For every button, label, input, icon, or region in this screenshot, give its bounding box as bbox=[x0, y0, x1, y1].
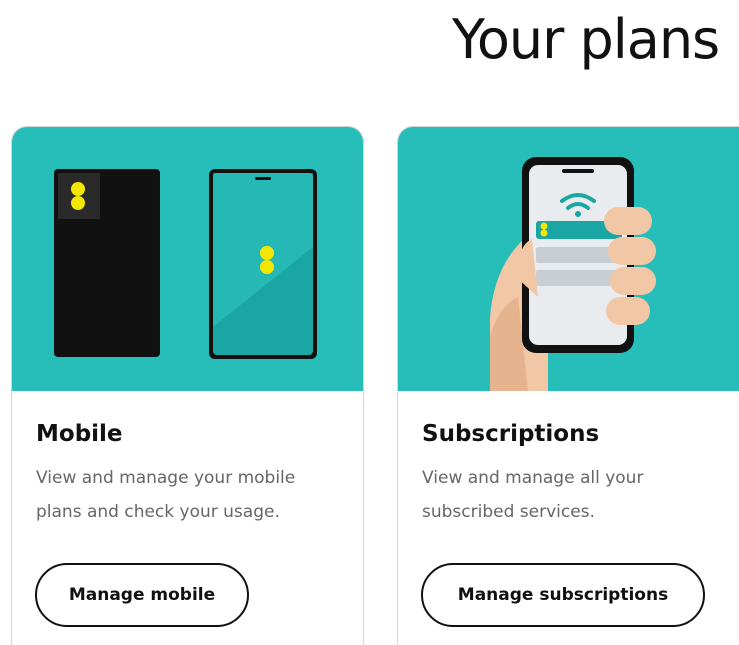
mobile-card-description: View and manage your mobile plans and ch… bbox=[36, 468, 296, 522]
mobile-plan-card: Mobile View and manage your mobile plans… bbox=[11, 126, 364, 645]
black-device-icon bbox=[54, 169, 160, 357]
mobile-card-illustration bbox=[12, 127, 363, 391]
page-title: Your plans bbox=[452, 8, 720, 71]
subscriptions-plan-card: Subscriptions View and manage all your s… bbox=[397, 126, 739, 645]
mobile-card-title: Mobile bbox=[36, 421, 123, 447]
subscriptions-card-illustration bbox=[398, 127, 739, 391]
manage-subscriptions-button[interactable]: Manage subscriptions bbox=[421, 563, 705, 627]
sim-and-phone-illustration bbox=[54, 169, 317, 359]
subscriptions-card-description: View and manage all your subscribed serv… bbox=[422, 468, 644, 522]
manage-mobile-button[interactable]: Manage mobile bbox=[35, 563, 249, 627]
plans-page: Your plans Mobile View and manage your m… bbox=[0, 0, 739, 645]
teal-phone-icon bbox=[209, 169, 317, 359]
subscriptions-card-title: Subscriptions bbox=[422, 421, 600, 447]
hand-holding-phone-illustration bbox=[490, 157, 656, 391]
